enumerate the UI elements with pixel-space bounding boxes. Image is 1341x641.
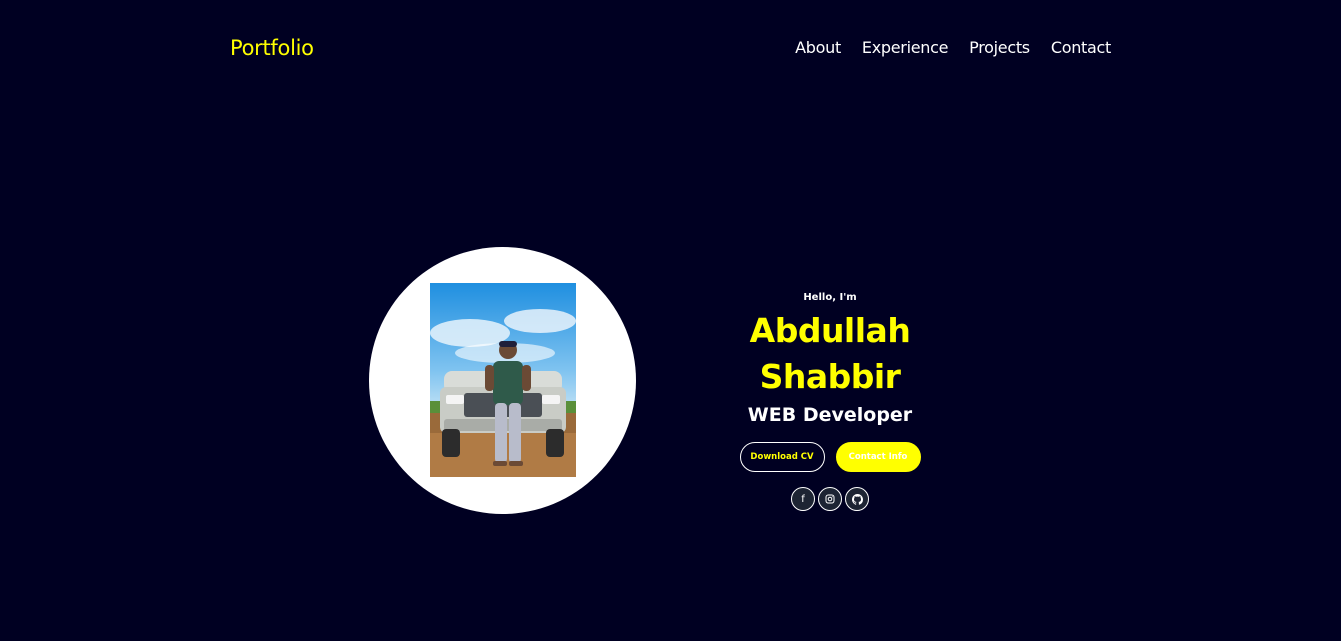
hero-buttons: Download CV Contact Info (680, 442, 980, 472)
github-icon[interactable] (845, 487, 869, 511)
logo[interactable]: Portfolio (230, 34, 314, 62)
download-cv-button[interactable]: Download CV (739, 442, 825, 472)
profile-photo (430, 283, 576, 477)
contact-info-button[interactable]: Contact Info (835, 442, 921, 472)
nav-contact[interactable]: Contact (1051, 37, 1111, 59)
main-nav: About Experience Projects Contact (795, 37, 1111, 59)
nav-about[interactable]: About (795, 37, 841, 59)
page: Portfolio About Experience Projects Cont… (0, 0, 1341, 641)
instagram-icon[interactable] (818, 487, 842, 511)
facebook-icon[interactable]: f (791, 487, 815, 511)
hero-text: Hello, I'm Abdullah Shabbir WEB Develope… (680, 290, 980, 511)
job-title: WEB Developer (747, 404, 913, 426)
greeting: Hello, I'm (803, 292, 857, 303)
nav-projects[interactable]: Projects (969, 37, 1030, 59)
social-links: f (680, 487, 980, 511)
nav-experience[interactable]: Experience (862, 37, 949, 59)
profile-picture-frame (369, 247, 636, 514)
person-name: Abdullah Shabbir (749, 311, 911, 396)
